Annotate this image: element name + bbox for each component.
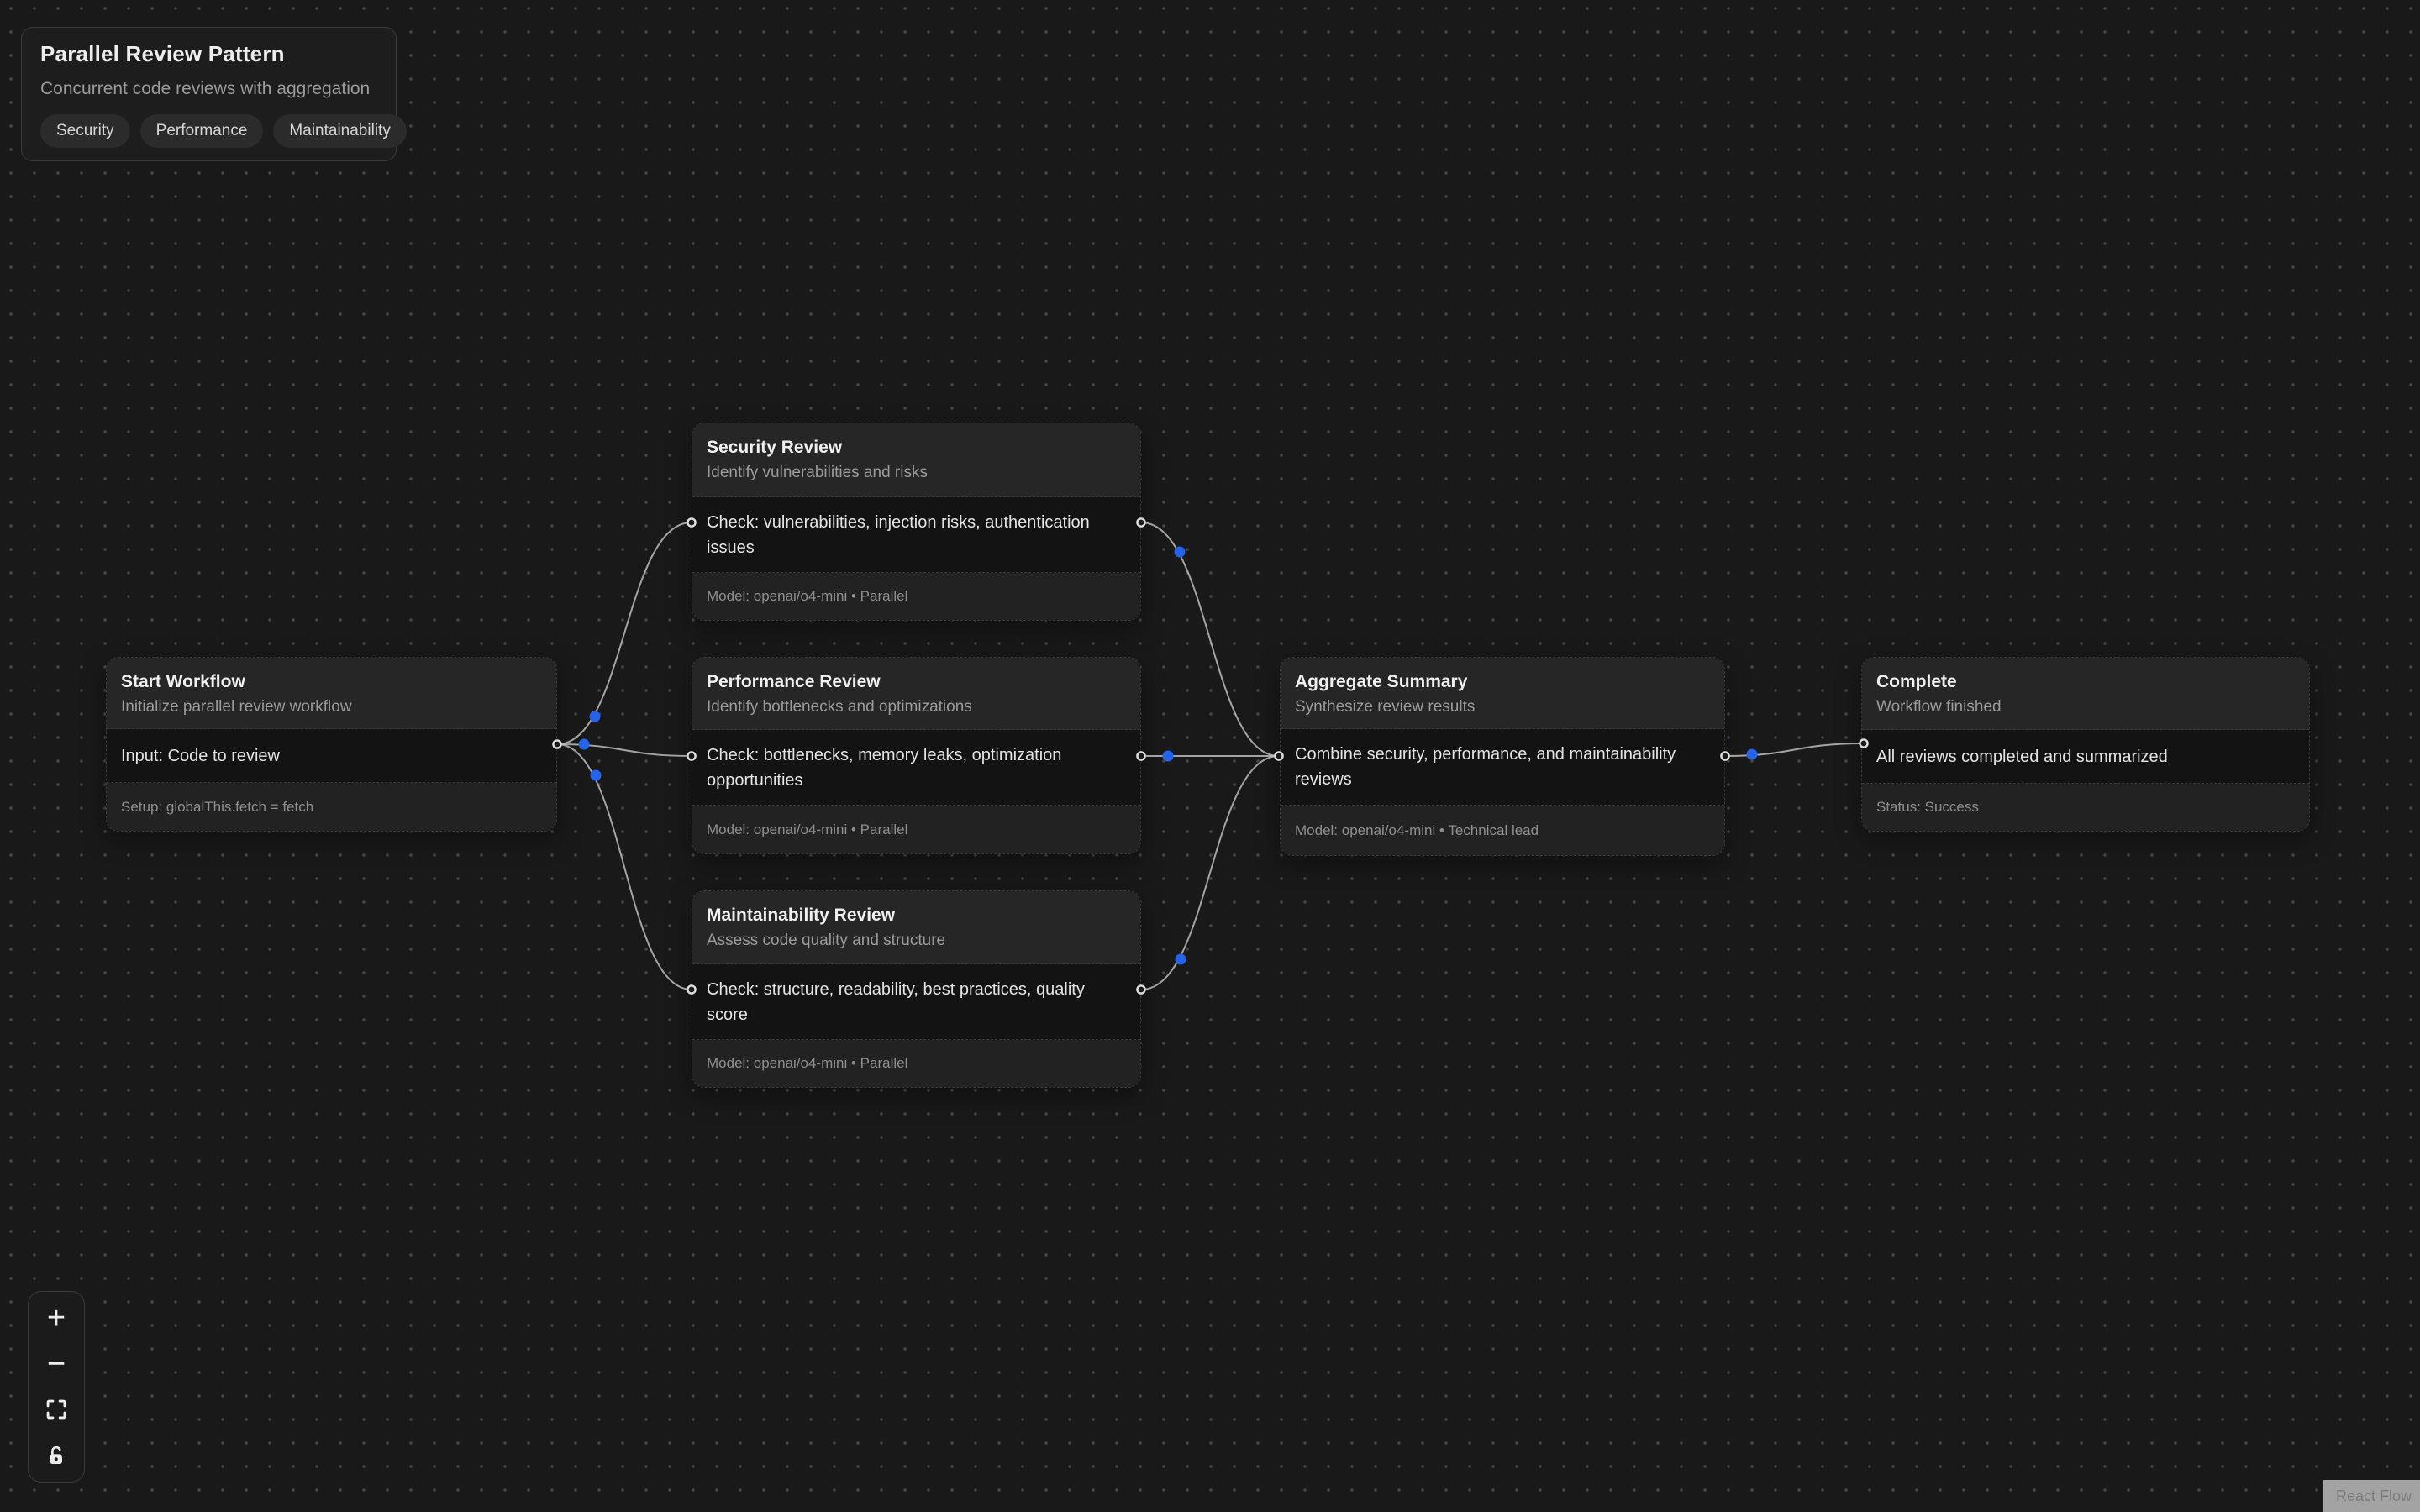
workflow-title: Parallel Review Pattern — [40, 41, 377, 67]
node-start-workflow[interactable]: Start Workflow Initialize parallel revie… — [106, 657, 557, 832]
node-footer: Model: openai/o4-mini • Parallel — [692, 573, 1140, 620]
lock-toggle-button[interactable] — [29, 1433, 84, 1479]
node-body-text: Check: structure, readability, best prac… — [707, 977, 1123, 1027]
node-subtitle: Synthesize review results — [1295, 697, 1710, 717]
fit-view-icon — [45, 1398, 68, 1421]
node-security-review[interactable]: Security Review Identify vulnerabilities… — [692, 423, 1141, 621]
unlock-icon — [45, 1444, 68, 1467]
node-title: Start Workflow — [121, 670, 542, 693]
node-title: Performance Review — [707, 670, 1126, 693]
node-subtitle: Identify vulnerabilities and risks — [707, 463, 1126, 483]
node-footer: Setup: globalThis.fetch = fetch — [107, 783, 556, 831]
node-footer: Status: Success — [1862, 784, 2309, 831]
node-body-text: Check: bottlenecks, memory leaks, optimi… — [707, 743, 1123, 793]
attribution-label: React Flow — [2336, 1488, 2412, 1505]
node-header: Maintainability Review Assess code quali… — [692, 891, 1140, 964]
node-performance-review[interactable]: Performance Review Identify bottlenecks … — [692, 657, 1141, 854]
node-title: Maintainability Review — [707, 904, 1126, 927]
node-footer: Model: openai/o4-mini • Parallel — [692, 1040, 1140, 1087]
flow-canvas[interactable]: Start Workflow Initialize parallel revie… — [0, 0, 2420, 1512]
node-header: Aggregate Summary Synthesize review resu… — [1281, 658, 1724, 729]
node-subtitle: Initialize parallel review workflow — [121, 697, 542, 717]
node-body-text: Combine security, performance, and maint… — [1295, 742, 1707, 792]
node-subtitle: Workflow finished — [1876, 697, 2295, 717]
node-title: Aggregate Summary — [1295, 670, 1710, 693]
node-body: All reviews completed and summarized — [1862, 730, 2309, 784]
workflow-info-panel: Parallel Review Pattern Concurrent code … — [21, 27, 397, 161]
node-body: Input: Code to review — [107, 729, 556, 783]
node-body: Check: structure, readability, best prac… — [692, 964, 1140, 1040]
node-footer-text: Model: openai/o4-mini • Technical lead — [1295, 822, 1539, 839]
node-footer-text: Setup: globalThis.fetch = fetch — [121, 799, 313, 816]
node-body: Check: bottlenecks, memory leaks, optimi… — [692, 730, 1140, 806]
node-body-text: All reviews completed and summarized — [1876, 744, 2168, 769]
node-body-text: Check: vulnerabilities, injection risks,… — [707, 510, 1123, 560]
plus-icon: + — [47, 1302, 66, 1334]
node-body-text: Input: Code to review — [121, 743, 280, 769]
tag-chip-security: Security — [40, 114, 130, 148]
node-header: Start Workflow Initialize parallel revie… — [107, 658, 556, 729]
tag-chip-performance: Performance — [140, 114, 264, 148]
node-header: Complete Workflow finished — [1862, 658, 2309, 730]
viewport-controls: + − — [28, 1291, 85, 1483]
node-header: Performance Review Identify bottlenecks … — [692, 658, 1140, 730]
node-subtitle: Assess code quality and structure — [707, 931, 1126, 951]
tag-chip-maintainability: Maintainability — [273, 114, 406, 148]
node-footer: Model: openai/o4-mini • Technical lead — [1281, 806, 1724, 855]
node-header: Security Review Identify vulnerabilities… — [692, 423, 1140, 497]
node-footer-text: Model: openai/o4-mini • Parallel — [707, 588, 908, 605]
node-complete[interactable]: Complete Workflow finished All reviews c… — [1861, 657, 2310, 832]
minus-icon: − — [47, 1348, 66, 1380]
node-body: Check: vulnerabilities, injection risks,… — [692, 497, 1140, 573]
node-maintainability-review[interactable]: Maintainability Review Assess code quali… — [692, 890, 1141, 1088]
node-subtitle: Identify bottlenecks and optimizations — [707, 697, 1126, 717]
tag-chip-row: SecurityPerformanceMaintainability — [40, 114, 377, 148]
node-footer: Model: openai/o4-mini • Parallel — [692, 806, 1140, 853]
fit-view-button[interactable] — [29, 1387, 84, 1433]
node-footer-text: Model: openai/o4-mini • Parallel — [707, 1055, 908, 1072]
node-footer-text: Status: Success — [1876, 799, 1979, 816]
node-title: Complete — [1876, 670, 2295, 693]
workflow-subtitle: Concurrent code reviews with aggregation — [40, 79, 377, 99]
react-flow-attribution[interactable]: React Flow — [2323, 1480, 2420, 1512]
node-footer-text: Model: openai/o4-mini • Parallel — [707, 822, 908, 838]
zoom-in-button[interactable]: + — [29, 1295, 84, 1341]
zoom-out-button[interactable]: − — [29, 1341, 84, 1388]
node-aggregate-summary[interactable]: Aggregate Summary Synthesize review resu… — [1280, 657, 1725, 856]
node-title: Security Review — [707, 436, 1126, 459]
node-layer: Start Workflow Initialize parallel revie… — [0, 0, 2420, 1512]
node-body: Combine security, performance, and maint… — [1281, 729, 1724, 806]
